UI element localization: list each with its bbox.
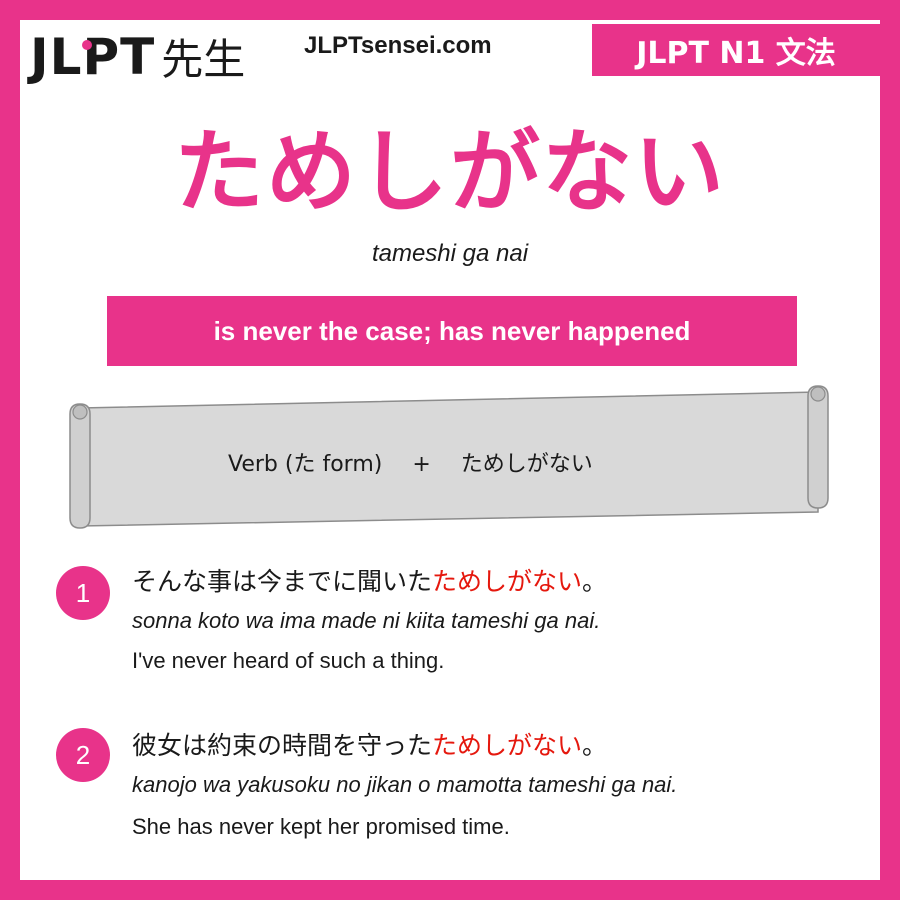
example-jp-text: 彼女は約束の時間を守った (132, 731, 433, 760)
scroll-right-curl (810, 386, 826, 402)
formula-grammar: ためしがない (460, 452, 593, 477)
example-japanese: そんな事は今までに聞いたためしがない。 (132, 562, 607, 598)
example-number-badge: 1 (56, 566, 110, 620)
example-english: I've never heard of such a thing. (132, 648, 445, 673)
example-jp-text: そんな事は今までに聞いた (132, 567, 433, 596)
grammar-formula: Verb (た form) + ためしがない (228, 446, 593, 478)
scroll-left-roll (69, 403, 91, 529)
example-romaji: kanojo wa yakusoku no jikan o mamotta ta… (132, 772, 678, 797)
example-number-badge: 2 (56, 728, 110, 782)
example-jp-end: 。 (582, 567, 608, 596)
scroll-left-curl (72, 404, 88, 420)
example-english: She has never kept her promised time. (132, 814, 510, 839)
example-jp-end: 。 (582, 731, 608, 760)
example-romaji: sonna koto wa ima made ni kiita tameshi … (132, 608, 601, 633)
formula-plus: + (412, 452, 431, 477)
example-japanese: 彼女は約束の時間を守ったためしがない。 (132, 726, 607, 762)
example-jp-highlight: ためしがない (432, 567, 583, 596)
formula-verb: Verb (た form) (228, 452, 383, 477)
scroll-right-roll (807, 385, 829, 509)
example-jp-highlight: ためしがない (432, 731, 583, 760)
